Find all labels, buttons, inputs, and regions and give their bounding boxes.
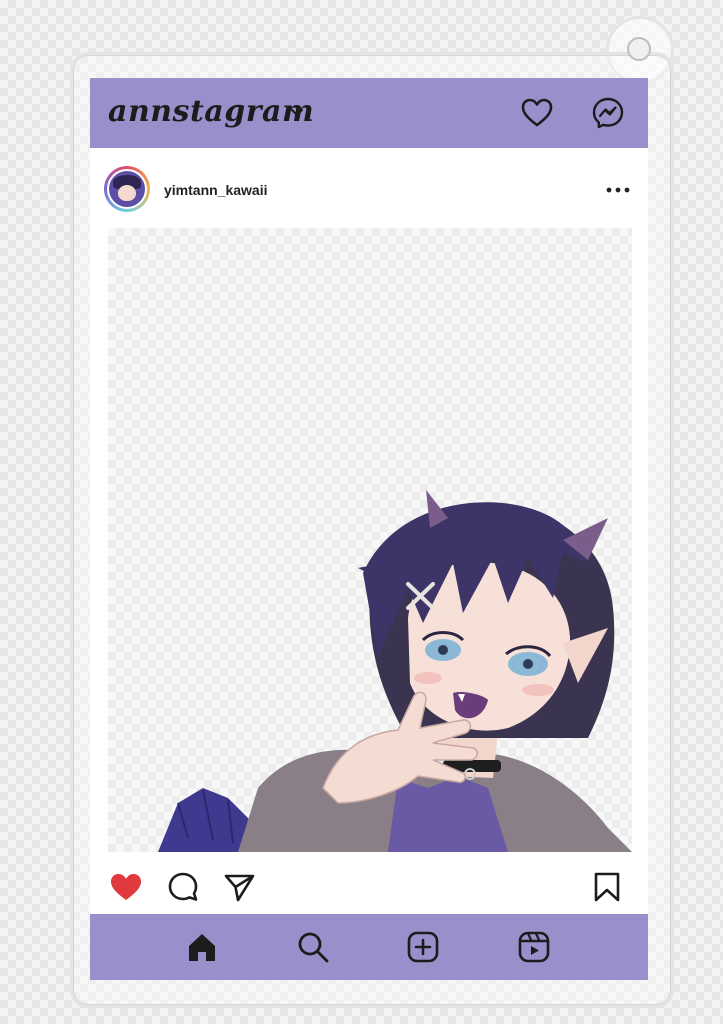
more-options-icon[interactable]	[604, 180, 632, 200]
post-username[interactable]: yimtann_kawaii	[164, 182, 268, 198]
anime-character-illustration	[158, 490, 632, 852]
reels-icon[interactable]	[517, 930, 551, 964]
heart-icon[interactable]	[108, 870, 144, 904]
bottom-nav	[90, 914, 648, 980]
home-icon[interactable]	[185, 930, 219, 964]
instagram-card: annstagram yimtann_kawaii	[90, 78, 648, 980]
bookmark-icon[interactable]	[592, 870, 622, 904]
heart-icon[interactable]	[520, 96, 554, 130]
search-icon[interactable]	[296, 930, 330, 964]
share-icon[interactable]	[222, 870, 256, 904]
keychain-hole	[627, 37, 651, 61]
messenger-icon[interactable]	[590, 95, 626, 131]
post-header: yimtann_kawaii	[90, 160, 648, 220]
comment-icon[interactable]	[166, 870, 200, 904]
avatar[interactable]	[104, 166, 150, 212]
post-actions	[90, 864, 648, 910]
avatar-image	[107, 169, 147, 209]
post-image[interactable]	[108, 228, 632, 852]
top-bar: annstagram	[90, 78, 648, 148]
chevron-down-icon[interactable]	[290, 108, 304, 118]
add-post-icon[interactable]	[406, 930, 440, 964]
app-logo[interactable]: annstagram	[108, 94, 314, 129]
